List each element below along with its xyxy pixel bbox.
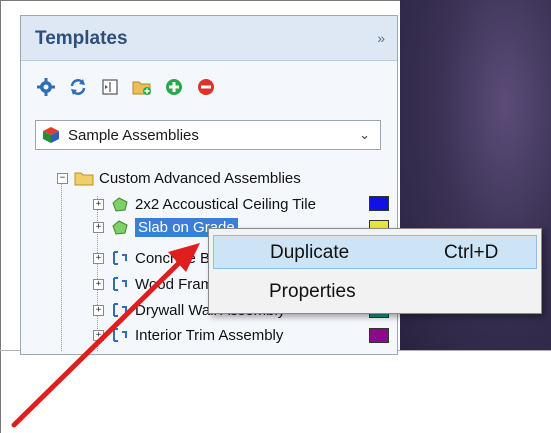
context-menu: Duplicate Ctrl+D Properties <box>208 228 542 314</box>
tree-item-label: Interior Trim Assembly <box>135 326 284 344</box>
blue-bracket-icon <box>113 303 127 317</box>
remove-icon[interactable] <box>195 76 217 98</box>
expand-collapse-icon[interactable] <box>99 76 121 98</box>
tree-item-label: Custom Advanced Assemblies <box>99 169 301 187</box>
add-icon[interactable] <box>163 76 185 98</box>
color-swatch <box>369 328 389 343</box>
blue-bracket-icon <box>113 251 127 265</box>
add-folder-icon[interactable] <box>131 76 153 98</box>
expand-toggle[interactable]: + <box>93 198 104 210</box>
menu-item-label: Properties <box>269 281 356 302</box>
color-swatch <box>369 196 389 211</box>
expand-toggle[interactable]: + <box>93 278 104 290</box>
collapse-panel-button[interactable]: » <box>377 30 385 46</box>
panel-header: Templates » <box>21 16 397 61</box>
blue-bracket-icon <box>113 328 127 342</box>
menu-item-label: Duplicate <box>270 242 350 263</box>
tree-item[interactable]: + Interior Trim Assembly <box>93 324 283 346</box>
collapse-toggle[interactable]: − <box>57 172 68 184</box>
assembly-source-dropdown[interactable]: Sample Assemblies ⌄ <box>35 120 381 150</box>
expand-toggle[interactable]: + <box>93 221 104 233</box>
refresh-icon[interactable] <box>67 76 89 98</box>
panel-title: Templates <box>35 28 128 49</box>
cube-icon <box>43 127 59 143</box>
tree-item-label: 2x2 Accoustical Ceiling Tile <box>135 195 316 213</box>
frame-left-line <box>0 0 1 433</box>
panel-toolbar <box>35 74 217 100</box>
folder-icon <box>74 172 94 186</box>
blue-bracket-icon <box>113 277 127 291</box>
tree-guide-line <box>61 181 62 351</box>
expand-toggle[interactable]: + <box>93 252 104 264</box>
tree-root-custom-advanced[interactable]: − Custom Advanced Assemblies <box>57 167 301 189</box>
menu-item-duplicate[interactable]: Duplicate Ctrl+D <box>213 235 537 269</box>
green-shape-icon <box>112 197 128 212</box>
menu-item-shortcut: Ctrl+D <box>444 242 499 263</box>
gear-icon[interactable] <box>35 76 57 98</box>
chevron-down-icon[interactable]: ⌄ <box>359 127 370 143</box>
expand-toggle[interactable]: + <box>93 329 104 341</box>
green-shape-icon <box>112 220 128 235</box>
expand-toggle[interactable]: + <box>93 304 104 316</box>
menu-item-properties[interactable]: Properties <box>213 275 537 309</box>
tree-item[interactable]: + 2x2 Accoustical Ceiling Tile <box>93 193 316 215</box>
dropdown-value: Sample Assemblies <box>68 126 199 144</box>
